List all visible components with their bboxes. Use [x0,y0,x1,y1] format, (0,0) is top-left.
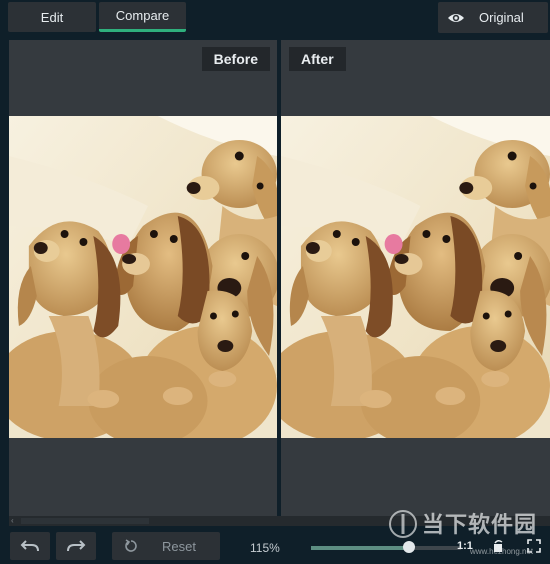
reset-label: Reset [162,538,196,554]
zoom-level: 115% [250,541,280,555]
after-label: After [289,47,346,71]
undo-icon [20,540,39,552]
after-image [281,116,550,438]
watermark: 当下软件园 www.hezhong.net [388,505,548,563]
watermark-logo-icon [389,510,417,538]
reset-button[interactable]: Reset [112,532,220,560]
redo-icon [67,540,86,552]
after-panel: After [281,40,550,516]
before-label: Before [201,47,270,71]
before-image [9,116,277,438]
scroll-left-icon[interactable]: ‹ [11,516,14,526]
eye-icon [447,9,465,27]
original-button[interactable]: Original [438,2,548,33]
watermark-title: 当下软件园 [422,512,538,537]
reset-icon [124,539,138,553]
watermark-url: www.hezhong.net [470,547,534,556]
top-toolbar: Edit Compare Original [0,0,550,38]
before-panel: Before [9,40,277,516]
original-button-label: Original [479,10,524,25]
undo-button[interactable] [10,532,50,560]
scrollbar-thumb[interactable] [21,518,149,524]
tab-edit[interactable]: Edit [8,2,96,32]
redo-button[interactable] [56,532,96,560]
tab-compare[interactable]: Compare [99,2,186,32]
